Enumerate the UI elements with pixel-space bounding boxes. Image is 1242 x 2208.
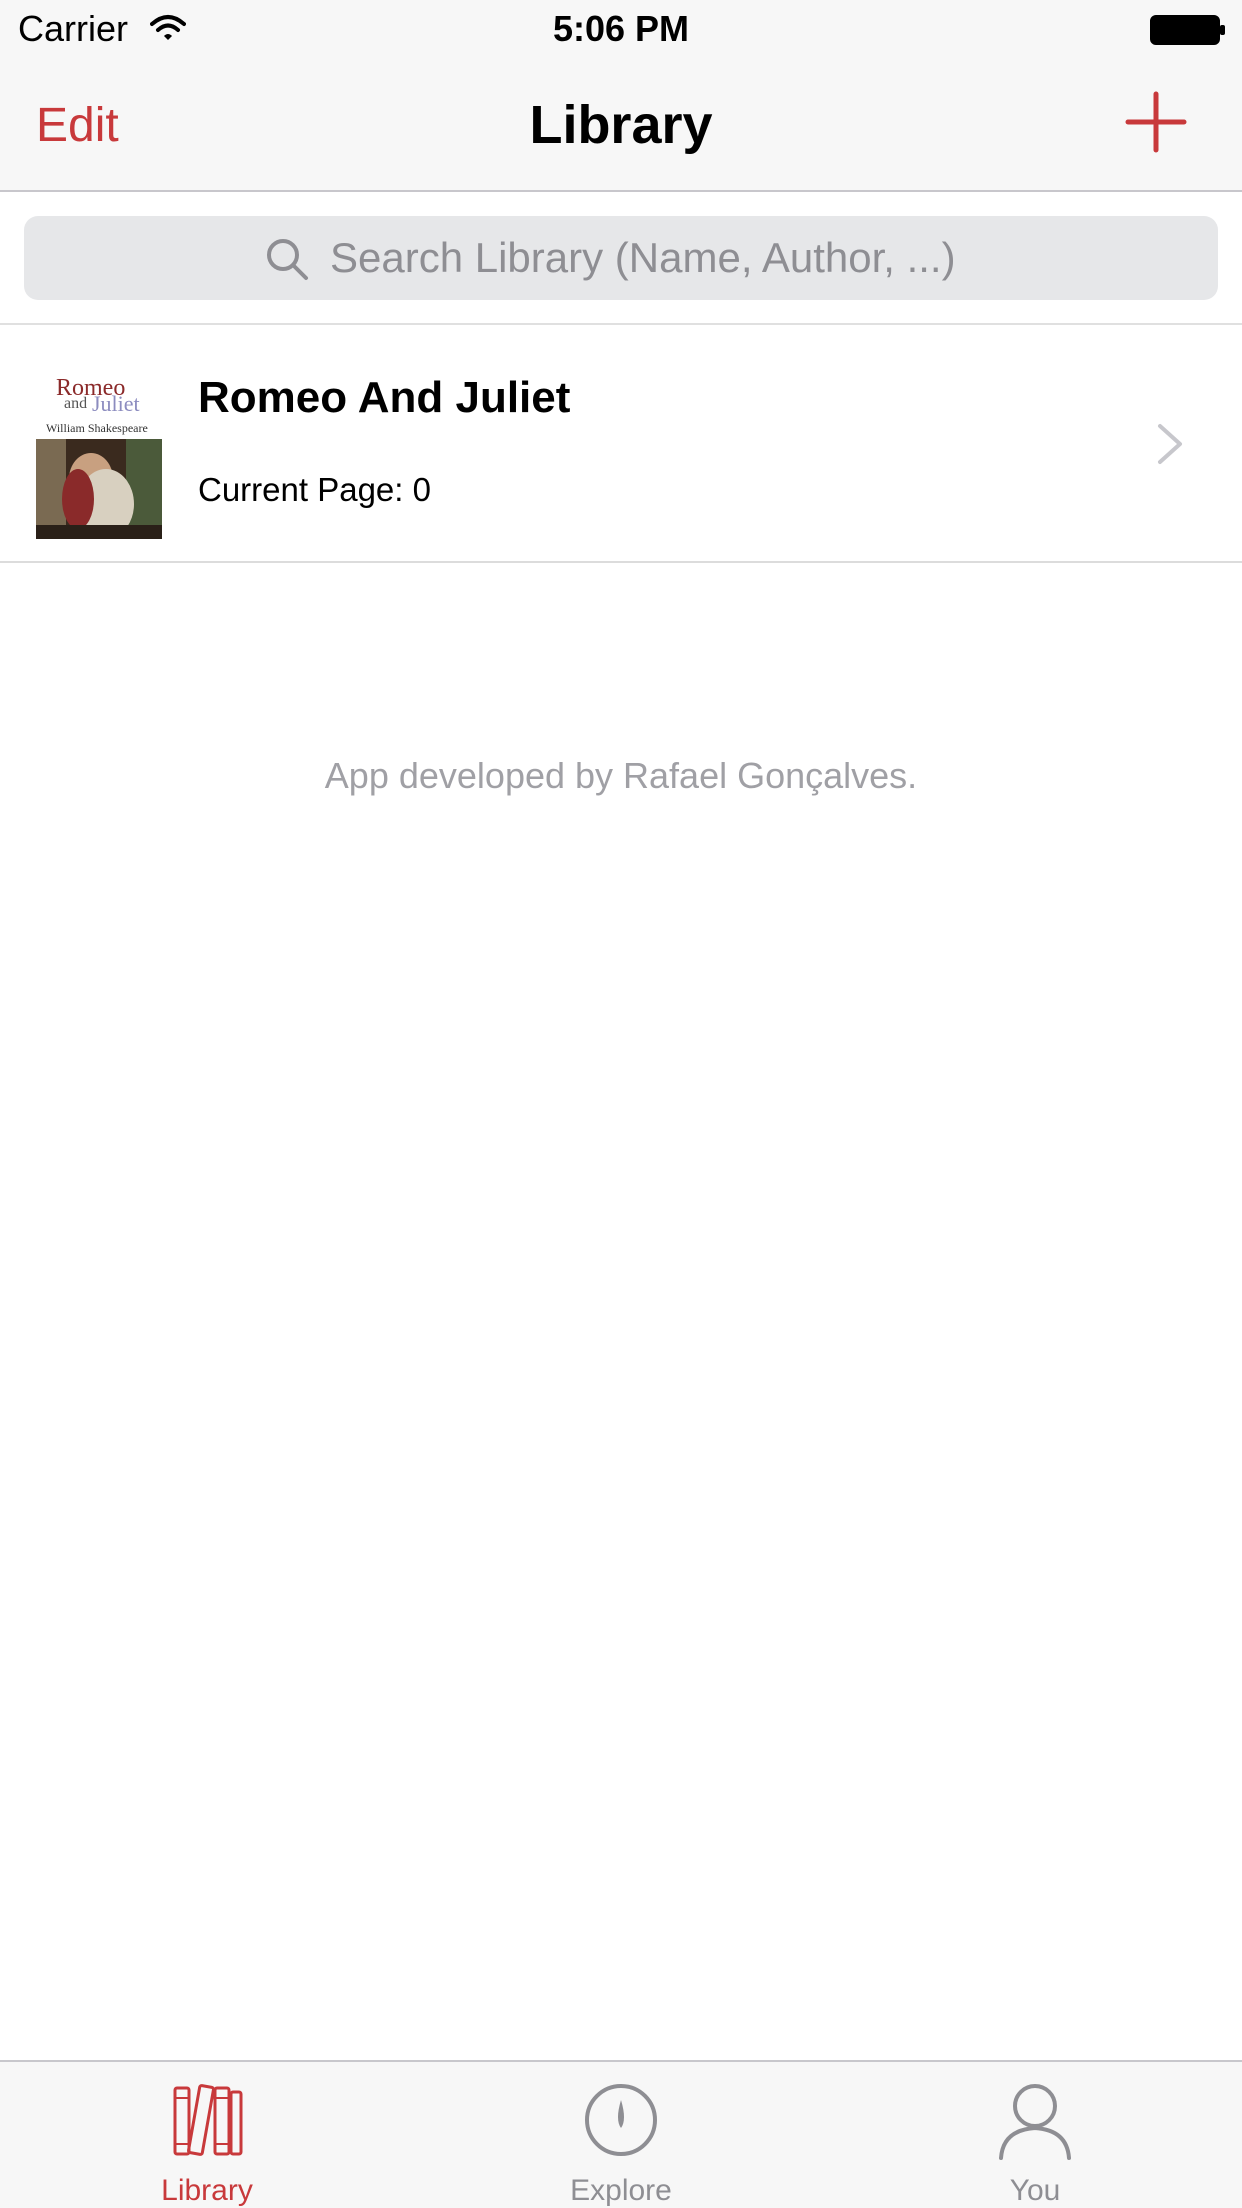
chevron-right-icon [1156,422,1184,471]
search-placeholder: Search Library (Name, Author, ...) [330,234,956,281]
tab-bar: Library Explore You [0,2060,1242,2208]
cover-painting [36,439,162,539]
person-icon [999,2084,1071,2160]
page-title: Library [529,95,713,155]
navigation-bar: Edit Library [0,60,1242,192]
plus-icon [1125,91,1187,153]
book-cover-image: Romeo and Juliet William Shakespeare [36,351,162,539]
search-input[interactable]: Search Library (Name, Author, ...) [24,216,1218,300]
tab-label-library: Library [161,2174,253,2207]
list-item[interactable]: Romeo and Juliet William Shakespeare Rom… [0,325,1242,563]
add-book-button[interactable] [1124,90,1188,154]
developer-credit: App developed by Rafael Gonçalves. [324,755,918,796]
book-title: Romeo And Juliet [198,373,571,422]
cover-title-and: and [64,395,88,412]
cover-title-juliet: Juliet [92,391,140,416]
search-icon [264,236,310,287]
battery-icon [1150,14,1226,51]
book-current-page: Current Page: 0 [198,471,431,508]
tab-explore[interactable]: Explore [414,2062,828,2208]
status-bar: Carrier 5:06 PM [0,0,1242,60]
books-icon [173,2084,243,2156]
status-time: 5:06 PM [552,8,690,49]
tab-you[interactable]: You [828,2062,1242,2208]
tab-label-explore: Explore [570,2174,672,2207]
cover-author: William Shakespeare [46,421,148,435]
tab-library[interactable]: Library [0,2062,414,2208]
search-area: Search Library (Name, Author, ...) [0,192,1242,325]
tab-label-you: You [1009,2174,1061,2207]
compass-icon [585,2084,657,2156]
